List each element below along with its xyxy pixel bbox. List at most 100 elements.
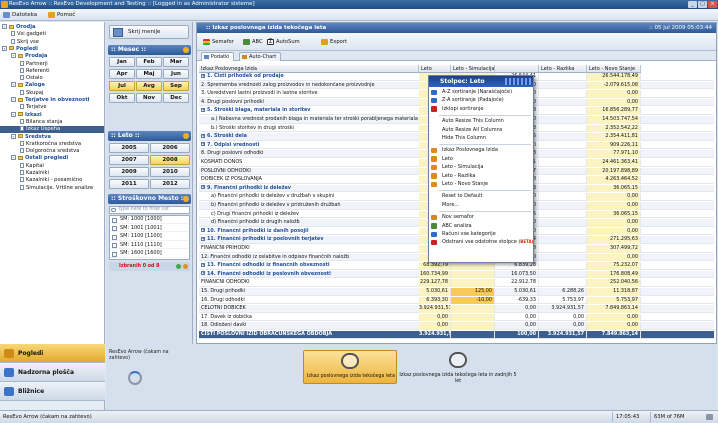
cell-c2[interactable] [451,313,495,322]
month-button[interactable]: Okt [109,93,135,103]
month-button[interactable]: Apr [109,69,135,79]
col-header-razlika-pct[interactable] [495,65,539,73]
collapse-icon[interactable] [183,196,189,202]
tree-item[interactable]: - Izkazi [0,111,104,119]
cell-c4[interactable]: 3.924.931,57 [539,305,587,313]
abc-button[interactable]: ABC [243,37,263,47]
stroskovno-item[interactable]: SM: 1600 [1600] [110,250,189,258]
total-row[interactable]: ČISTI POSLOVNI IZID OBRAČUNSKEGA OBDOBJA… [199,331,714,339]
cell-c2[interactable] [451,331,495,339]
tree-item[interactable]: - Terjatve in obveznosti [0,97,104,104]
cell-c4[interactable] [539,210,587,219]
refresh-icon[interactable] [183,264,188,269]
col-header-izkaz[interactable]: Izkaz Poslovnega Izida [199,65,419,73]
checkbox[interactable] [112,226,117,231]
cell-c3[interactable]: 5.030,61 [495,288,539,296]
cell-c4[interactable] [539,227,587,236]
context-menu-item[interactable]: More... [429,201,533,209]
table-row[interactable]: +13. Finančni odhodki iz finančnih obvez… [199,262,714,270]
cell-c5[interactable]: 7.849.863,14 [587,305,641,313]
stroskovno-item[interactable]: SM: 1110 [1110] [110,241,189,249]
menu-datoteka[interactable]: Datoteka [3,11,37,19]
expander-icon[interactable]: - [2,45,7,51]
expand-plus-icon[interactable]: + [201,185,205,190]
month-button[interactable]: Dec [163,93,189,103]
tree-item[interactable]: Dolgoročna sredstva [0,148,104,155]
cell-c3[interactable]: 100,00 [495,331,539,339]
month-button[interactable]: Jan [109,57,135,67]
context-menu-item[interactable]: Reset to Default [429,192,533,200]
month-button[interactable]: Jul [109,81,135,91]
cell-c4[interactable] [539,141,587,150]
month-button[interactable]: Jun [163,69,189,79]
cell-c4[interactable] [539,116,587,124]
cell-c4[interactable] [539,253,587,262]
year-button[interactable]: 2008 [150,155,190,165]
cell-c4[interactable] [539,270,587,279]
cell-c5[interactable]: -2.079.615,08 [587,81,641,90]
table-row[interactable]: 15. Drugi prihodki 5.030,61 125,00 5.030,61… [199,288,714,296]
cell-c4[interactable] [539,262,587,270]
tree-item[interactable]: Bilanca stanja [0,118,104,126]
cell-c4[interactable] [539,81,587,90]
cell-c4[interactable]: 5.753,97 [539,296,587,305]
cell-c5[interactable]: 4.263.464,52 [587,176,641,184]
cell-c4[interactable] [539,193,587,202]
cell-c3[interactable]: 6.839,28 [495,262,539,270]
cell-c4[interactable] [539,90,587,98]
cell-c5[interactable]: 7.849.863,14 [587,331,641,339]
expand-plus-icon[interactable]: + [201,228,205,233]
add-icon[interactable] [176,264,181,269]
tree-item[interactable]: Skrij vse [0,38,104,46]
checkbox[interactable] [112,217,117,223]
menu-pomoc[interactable]: Pomoč [48,11,75,19]
cell-c2[interactable] [451,262,495,270]
stroskovno-item[interactable]: SM: 1001 [1001] [110,224,189,232]
month-button[interactable]: Mar [163,57,189,67]
cell-c5[interactable]: 75.232,07 [587,262,641,270]
cell-c5[interactable]: 2.352.542,22 [587,124,641,133]
cell-c1[interactable]: 0,00 [419,322,451,331]
cell-c1[interactable]: 68.392,79 [419,262,451,270]
tree-item[interactable]: Ostalo [0,75,104,82]
cell-c5[interactable]: 0,00 [587,219,641,227]
context-menu-item[interactable]: Odstrani vse odstotne stolpce (BETA) [429,238,533,246]
export-button[interactable]: Export [321,37,347,47]
cell-c1[interactable]: 5.030,61 [419,288,451,296]
cell-c5[interactable]: 24.461.363,41 [587,159,641,167]
context-menu-item[interactable]: Računi vse kategorije [429,230,533,238]
tree-item[interactable]: Izkaz Uspeha [0,126,104,134]
tree-item[interactable]: Kapital [0,162,104,170]
tree-item[interactable]: Simulacije. Vrtilne analize [0,184,104,192]
cell-c1[interactable]: 160.734,99 [419,270,451,279]
context-menu-item[interactable]: Leto - Novo Stanje [429,180,533,188]
cell-c2[interactable]: -10,00 [451,296,495,305]
cell-c4[interactable]: 0,00 [539,313,587,322]
tree-item[interactable]: Skupaj [0,89,104,97]
nav-pogledi[interactable]: Pogledi [0,344,105,363]
maximize-button[interactable]: □ [698,1,707,8]
tree-item[interactable]: Kazalniki - posamično [0,177,104,184]
expand-plus-icon[interactable]: + [201,262,205,267]
year-button[interactable]: 2009 [109,167,149,177]
cell-c5[interactable]: 252.040,56 [587,279,641,288]
stroskovno-item[interactable]: SM: 1000 [1000] [110,216,189,224]
autosum-button[interactable]: Σ AutoSum [267,37,300,47]
cell-c5[interactable]: 307.499,72 [587,245,641,253]
cell-c4[interactable] [539,236,587,245]
cell-c5[interactable]: 2.354.411,81 [587,133,641,141]
checkbox[interactable] [112,251,117,257]
month-button[interactable]: Maj [136,69,162,79]
cell-c5[interactable]: 0,00 [587,90,641,98]
expand-plus-icon[interactable]: + [201,142,205,147]
cell-c5[interactable]: 271.295,63 [587,236,641,245]
cell-c4[interactable] [539,107,587,116]
tree-item[interactable]: - Prodaja [0,53,104,60]
cell-c5[interactable]: 5.753,97 [587,296,641,305]
expand-plus-icon[interactable]: + [201,73,205,78]
tree-item[interactable]: Partnerji [0,60,104,68]
tree-item[interactable]: Kratkoročna sredstva [0,140,104,148]
cell-c4[interactable] [539,184,587,193]
table-row[interactable]: +14. Finančni odhodki iz poslovnih obvez… [199,270,714,279]
cell-c4[interactable]: 3.924.931,57 [539,331,587,339]
